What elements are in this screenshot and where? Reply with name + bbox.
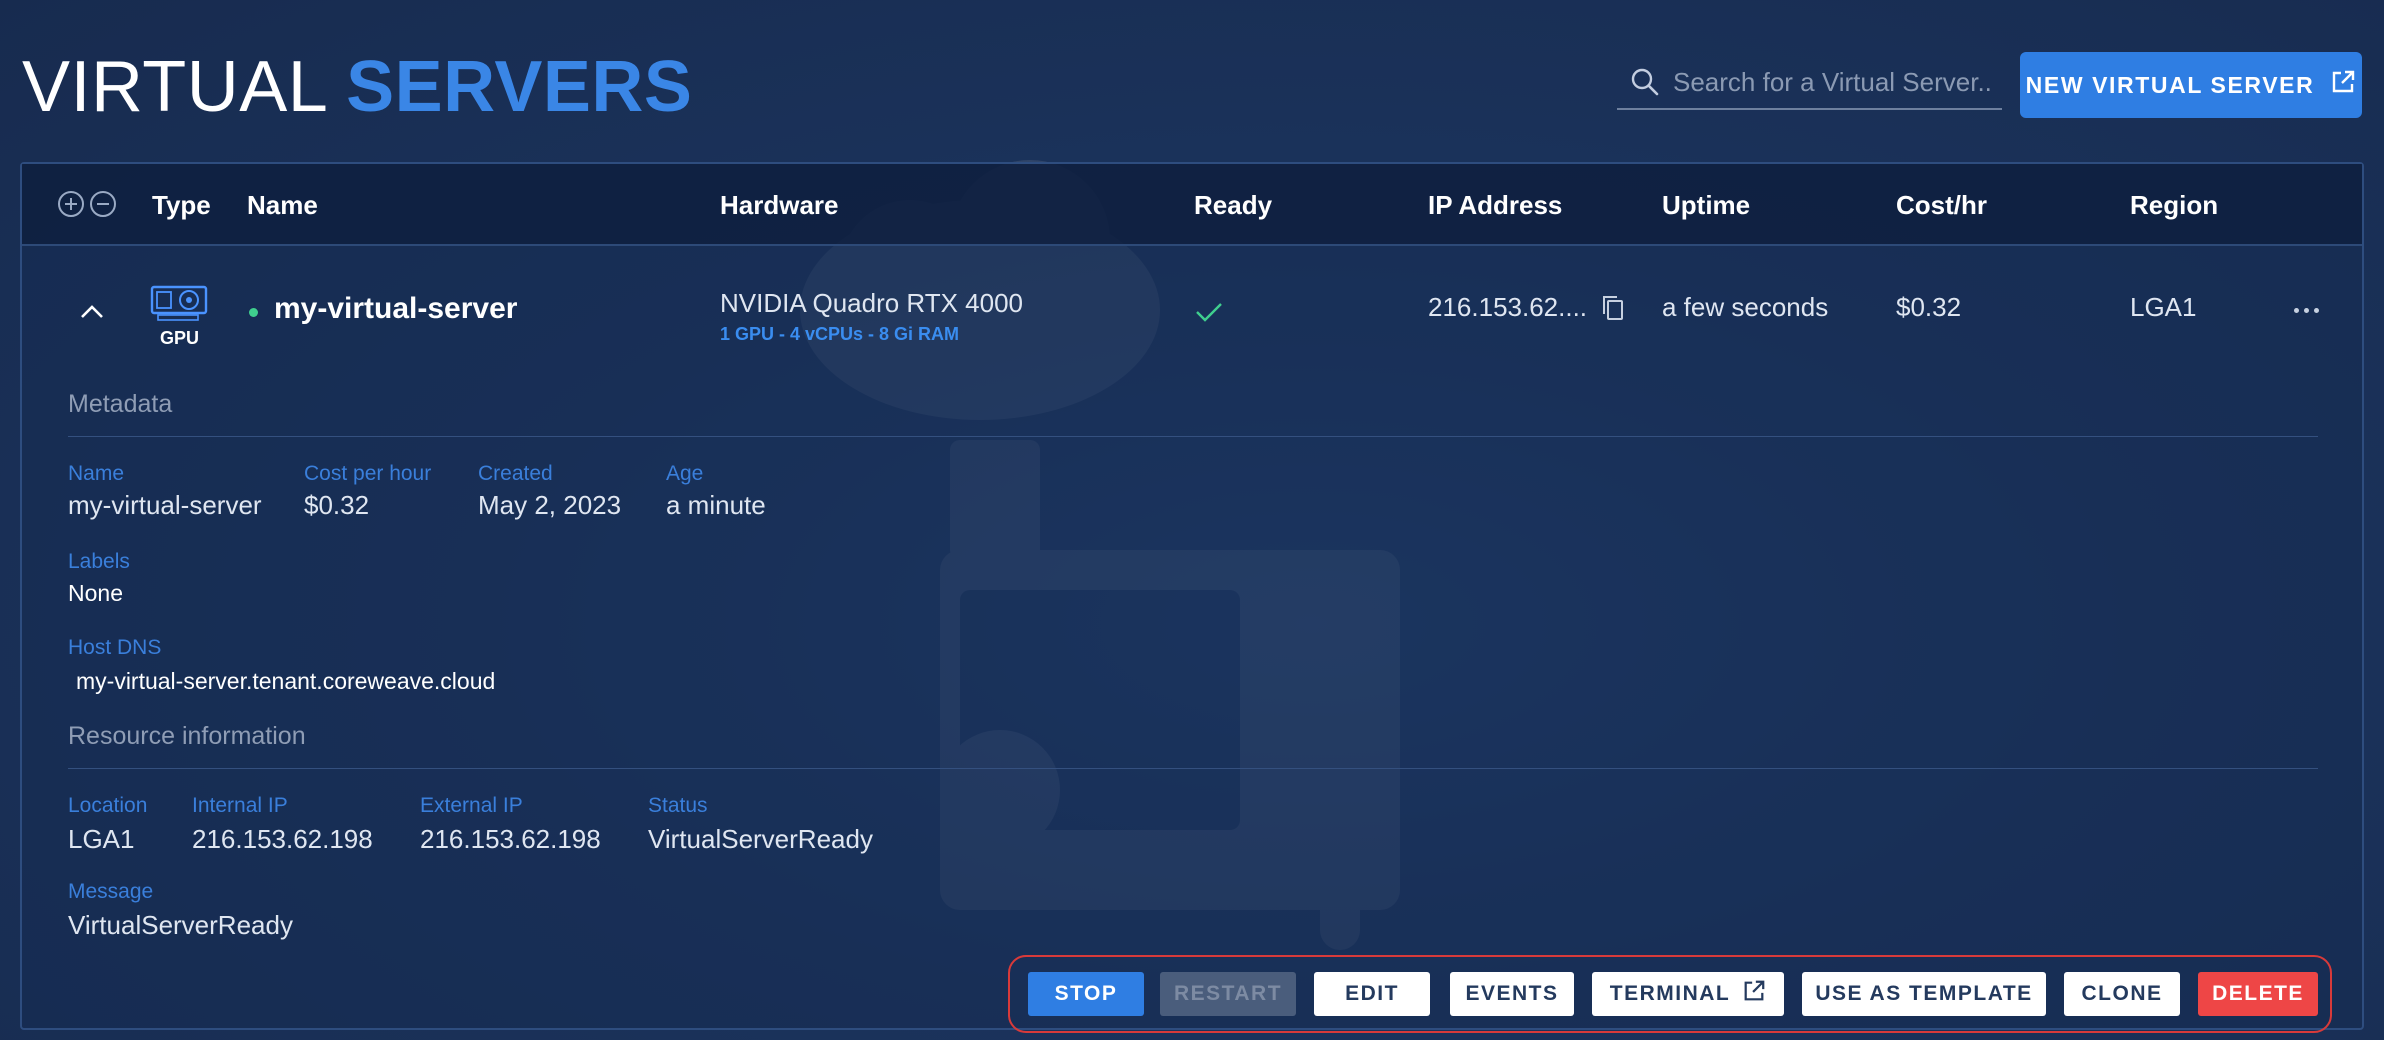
- metadata-divider: [68, 436, 2318, 437]
- resource-section-title: Resource information: [68, 722, 306, 750]
- name-value: my-virtual-server: [68, 490, 262, 520]
- search-box[interactable]: [1617, 56, 2002, 110]
- location-label: Location: [68, 794, 148, 817]
- metadata-section-title: Metadata: [68, 390, 173, 418]
- region: LGA1: [2130, 292, 2197, 322]
- hardware-name: NVIDIA Quadro RTX 4000: [720, 288, 1024, 318]
- ready-check-icon: [1196, 303, 1222, 322]
- column-header-type[interactable]: Type: [152, 164, 211, 246]
- hardware-detail: 1 GPU - 4 vCPUs - 8 Gi RAM: [720, 324, 960, 344]
- events-button[interactable]: EVENTS: [1450, 972, 1574, 1016]
- new-virtual-server-label: NEW VIRTUAL SERVER: [2025, 71, 2315, 98]
- internal-ip-label: Internal IP: [192, 794, 288, 817]
- ip-address: 216.153.62....: [1428, 292, 1588, 322]
- expand-all-icon[interactable]: [58, 191, 84, 217]
- message-value: VirtualServerReady: [68, 910, 293, 940]
- created-value: May 2, 2023: [478, 490, 622, 520]
- status-dot: [249, 308, 258, 317]
- server-name[interactable]: my-virtual-server: [274, 292, 517, 326]
- age-value: a minute: [666, 490, 766, 520]
- cost-per-hour: $0.32: [1896, 292, 1962, 322]
- external-link-icon: [1742, 979, 1766, 1009]
- delete-button[interactable]: DELETE: [2198, 972, 2318, 1016]
- gpu-card-icon: [150, 285, 208, 321]
- column-header-hardware[interactable]: Hardware: [720, 164, 839, 246]
- external-ip-value: 216.153.62.198: [420, 824, 601, 854]
- message-label: Message: [68, 880, 154, 903]
- resource-divider: [68, 768, 2318, 769]
- type-label: GPU: [160, 328, 200, 348]
- age-label: Age: [666, 462, 704, 485]
- name-label: Name: [68, 462, 125, 485]
- use-as-template-button[interactable]: USE AS TEMPLATE: [1802, 972, 2046, 1016]
- column-header-region[interactable]: Region: [2130, 164, 2218, 246]
- page-title-light: VIRTUAL: [22, 47, 326, 127]
- new-virtual-server-button[interactable]: NEW VIRTUAL SERVER: [2020, 52, 2362, 118]
- created-label: Created: [478, 462, 553, 485]
- table-row[interactable]: GPU my-virtual-server NVIDIA Quadro RTX …: [22, 248, 2362, 396]
- host-dns-value: my-virtual-server.tenant.coreweave.cloud: [76, 668, 496, 694]
- copy-icon[interactable]: [1600, 294, 1626, 322]
- location-value: LGA1: [68, 824, 135, 854]
- terminal-label: TERMINAL: [1609, 982, 1731, 1005]
- clone-button[interactable]: CLONE: [2064, 972, 2180, 1016]
- internal-ip-value: 216.153.62.198: [192, 824, 373, 854]
- column-header-ready[interactable]: Ready: [1194, 164, 1272, 246]
- host-dns-label: Host DNS: [68, 636, 162, 659]
- uptime: a few seconds: [1662, 292, 1829, 322]
- status-label: Status: [648, 794, 708, 817]
- edit-button[interactable]: EDIT: [1314, 972, 1430, 1016]
- labels-label: Labels: [68, 550, 130, 573]
- status-value: VirtualServerReady: [648, 824, 873, 854]
- table-header: Type Name Hardware Ready IP Address Upti…: [22, 164, 2362, 246]
- column-header-uptime[interactable]: Uptime: [1662, 164, 1750, 246]
- action-bar: STOP RESTART EDIT EVENTS TERMINAL USE AS…: [1008, 955, 2332, 1033]
- page-title-bold: SERVERS: [346, 47, 693, 127]
- cost-per-hour-value: $0.32: [304, 490, 370, 520]
- column-header-name[interactable]: Name: [247, 164, 318, 246]
- cost-per-hour-label: Cost per hour: [304, 462, 432, 485]
- external-ip-label: External IP: [420, 794, 523, 817]
- virtual-servers-table: Type Name Hardware Ready IP Address Upti…: [20, 162, 2364, 1030]
- column-header-cost[interactable]: Cost/hr: [1896, 164, 1987, 246]
- more-options-icon[interactable]: [2284, 292, 2328, 328]
- restart-button[interactable]: RESTART: [1160, 972, 1296, 1016]
- labels-value: None: [68, 580, 123, 606]
- terminal-button[interactable]: TERMINAL: [1592, 972, 1784, 1016]
- search-input[interactable]: [1673, 66, 1993, 98]
- chevron-up-icon[interactable]: [72, 292, 112, 332]
- search-icon: [1625, 62, 1665, 102]
- expand-collapse-controls: [58, 191, 116, 217]
- stop-button[interactable]: STOP: [1028, 972, 1144, 1016]
- collapse-all-icon[interactable]: [90, 191, 116, 217]
- page-title: VIRTUAL SERVERS: [22, 44, 692, 130]
- external-link-icon: [2330, 69, 2356, 101]
- column-header-ip-address[interactable]: IP Address: [1428, 164, 1562, 246]
